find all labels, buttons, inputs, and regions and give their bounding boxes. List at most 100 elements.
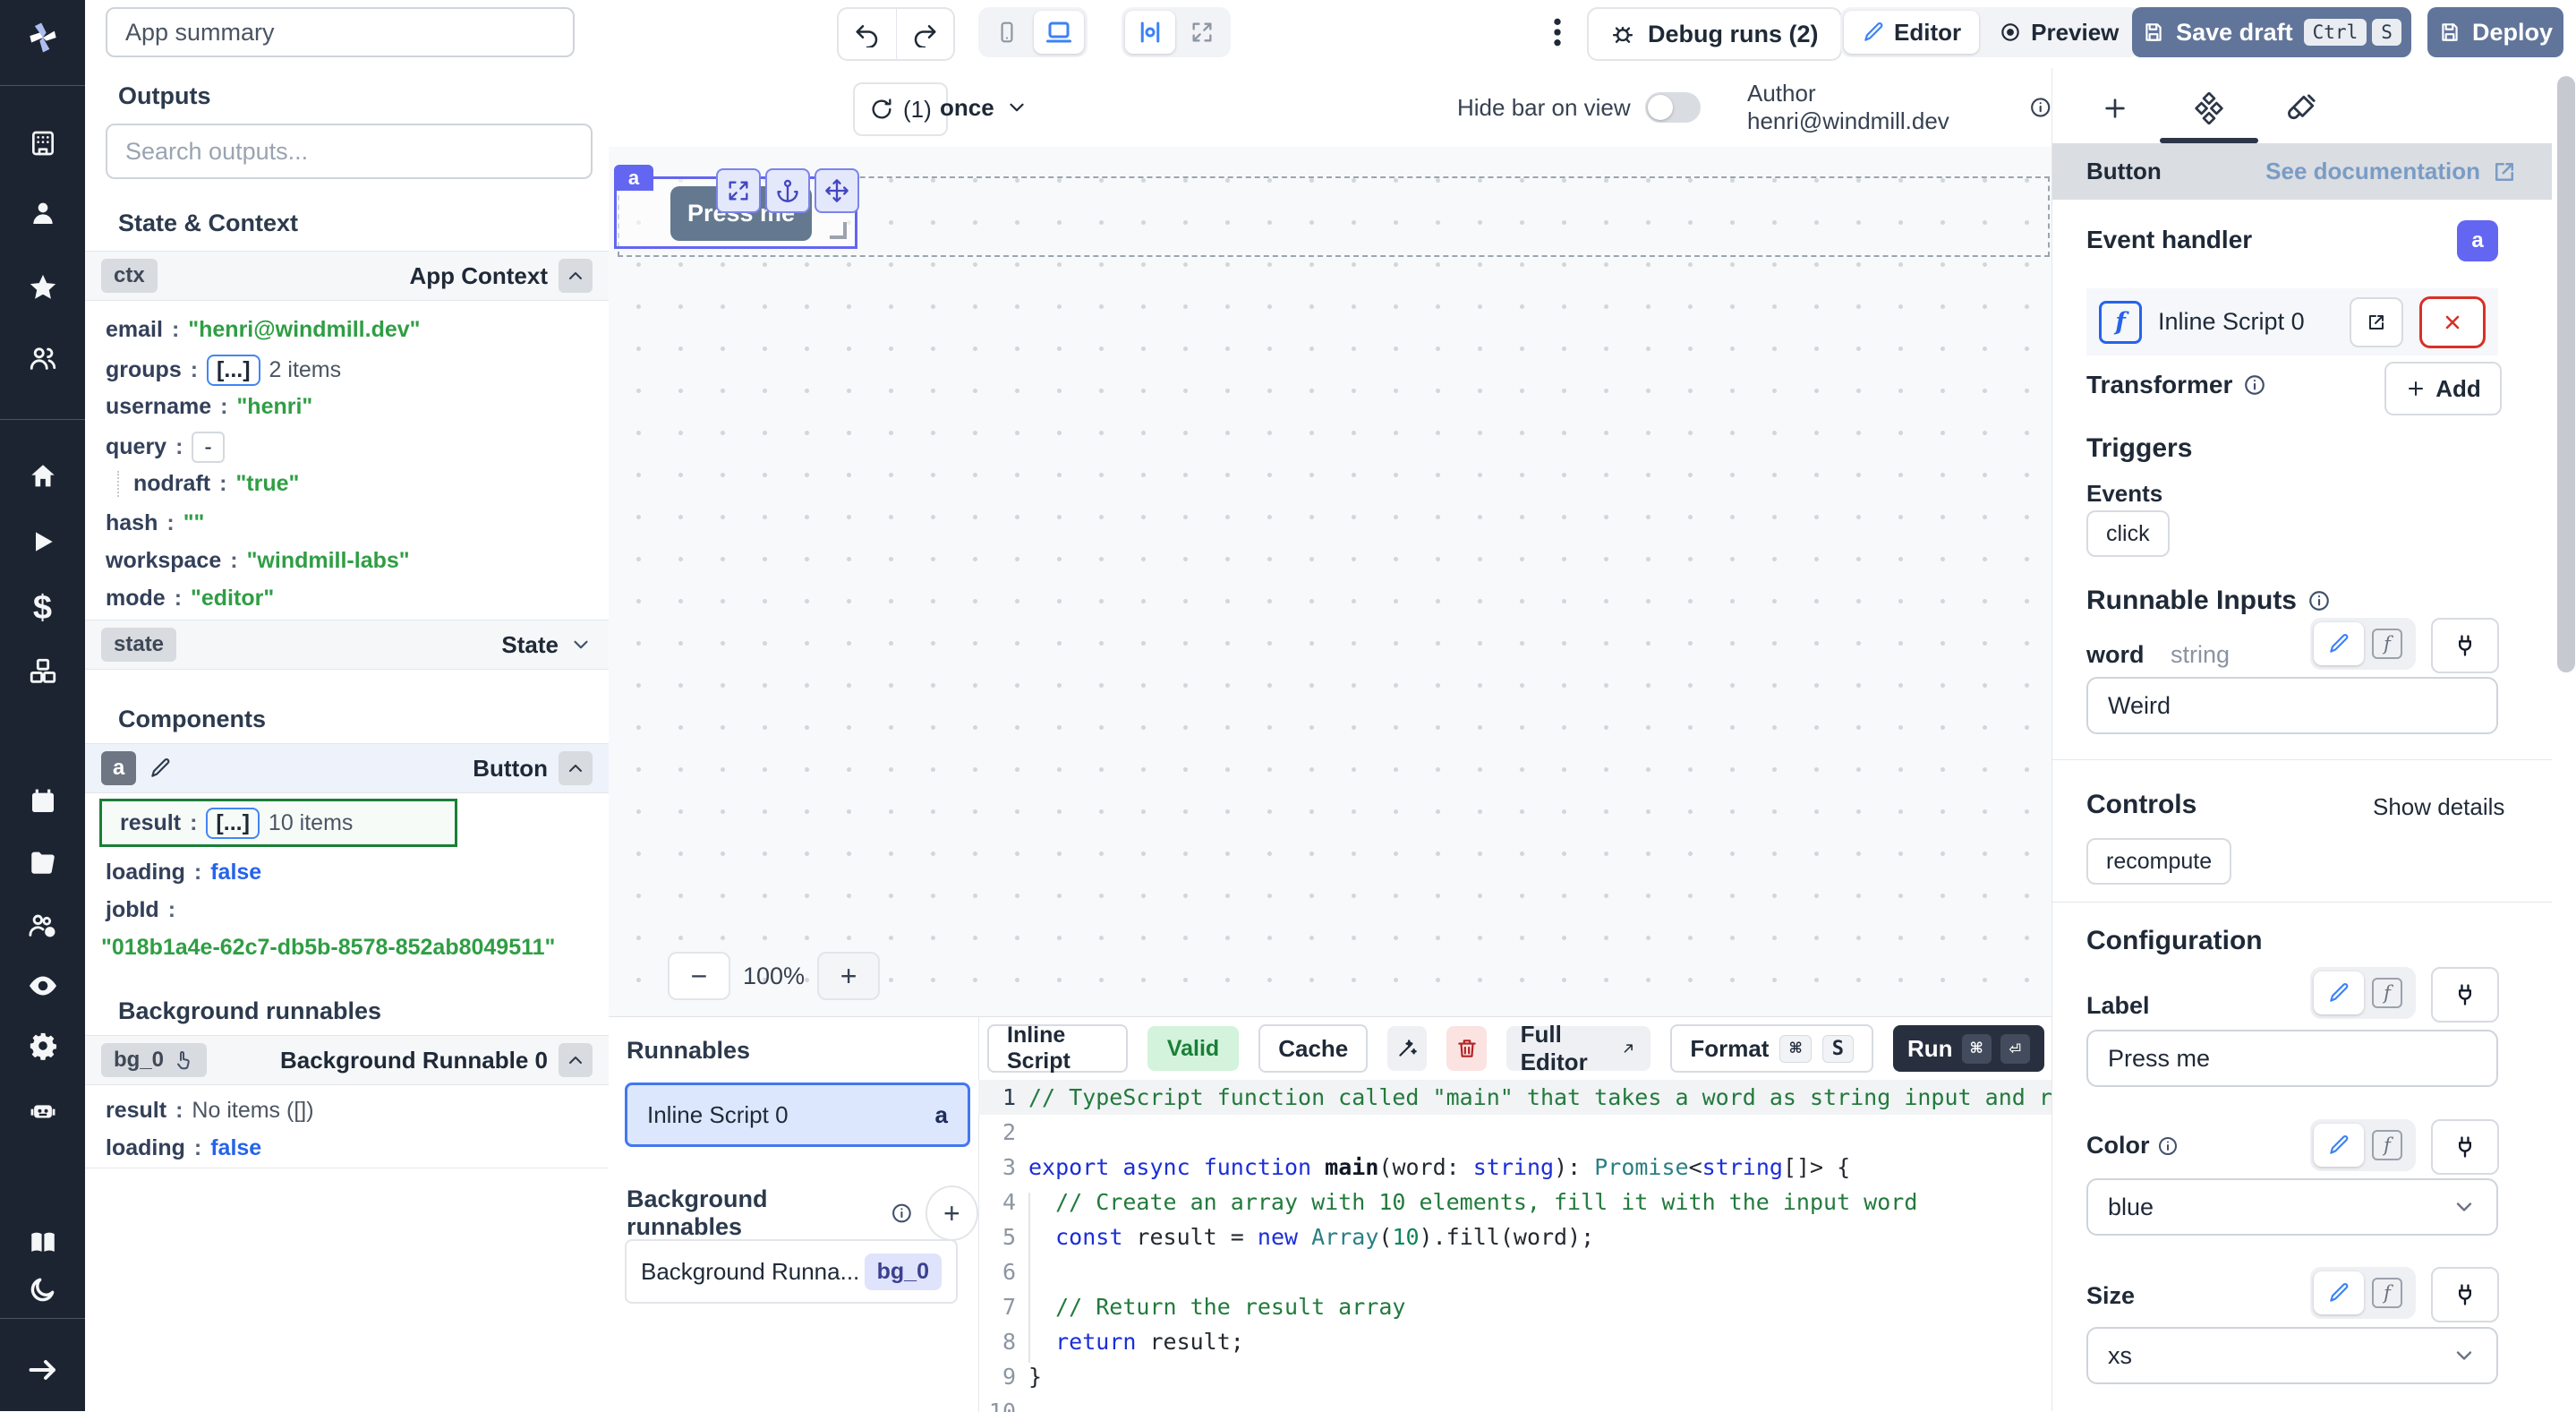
click-event-pill[interactable]: click	[2086, 510, 2170, 557]
ai-wand-button[interactable]	[1387, 1026, 1427, 1071]
code-line[interactable]: 10	[978, 1394, 2051, 1412]
search-outputs-input[interactable]: Search outputs...	[106, 124, 593, 179]
expand-chevron-down-icon[interactable]	[569, 633, 593, 656]
desktop-view-button[interactable]	[1034, 11, 1084, 54]
code-line[interactable]: 2	[978, 1115, 2051, 1150]
refresh-count-button[interactable]: (1)	[853, 82, 948, 136]
docs-book-icon[interactable]	[0, 1218, 85, 1268]
bg0-header-row[interactable]: bg_0 Background Runnable 0	[85, 1035, 609, 1085]
home-icon[interactable]	[0, 451, 85, 501]
static-pencil-mode[interactable]	[2314, 1124, 2364, 1167]
runnable-inline-script-0[interactable]: Inline Script 0 a	[625, 1083, 970, 1147]
event-inline-script-row[interactable]: f Inline Script 0	[2086, 288, 2498, 355]
show-details-link[interactable]: Show details	[2373, 793, 2504, 821]
delete-script-button[interactable]	[1446, 1026, 1486, 1071]
info-icon[interactable]	[2157, 1135, 2179, 1157]
component-row-loading[interactable]: loading: false	[106, 860, 261, 886]
dark-mode-moon-icon[interactable]	[0, 1264, 85, 1314]
ctx-row-groups[interactable]: groups: [...] 2 items	[106, 355, 341, 386]
windmill-logo-icon[interactable]	[0, 13, 85, 63]
code-line[interactable]: 7 // Return the result array	[978, 1289, 2051, 1324]
anchor-component-button[interactable]	[765, 168, 810, 213]
eval-mode[interactable]: f	[2367, 1274, 2408, 1312]
schedules-calendar-icon[interactable]	[0, 776, 85, 826]
undo-button[interactable]	[840, 9, 897, 59]
workspace-building-icon[interactable]	[0, 118, 85, 168]
static-pencil-mode[interactable]	[2314, 971, 2364, 1014]
color-connect-button[interactable]	[2431, 1119, 2499, 1175]
tab-add-component[interactable]	[2088, 88, 2142, 129]
audit-eye-icon[interactable]	[0, 961, 85, 1011]
code-line[interactable]: 1// TypeScript function called "main" th…	[978, 1080, 2051, 1115]
array-expand-chip[interactable]: [...]	[206, 808, 260, 839]
ctx-row-mode[interactable]: mode: "editor"	[106, 586, 274, 612]
array-expand-chip[interactable]: [...]	[207, 355, 260, 386]
info-icon[interactable]	[2307, 589, 2331, 612]
folders-icon[interactable]	[0, 837, 85, 887]
mobile-view-button[interactable]	[982, 11, 1032, 54]
bg0-row-loading[interactable]: loading: false	[106, 1135, 261, 1161]
format-button[interactable]: Format ⌘ S	[1670, 1024, 1873, 1073]
word-connect-button[interactable]	[2431, 618, 2499, 673]
code-line[interactable]: 9}	[978, 1359, 2051, 1394]
settings-gear-icon[interactable]	[0, 1021, 85, 1071]
ctx-row-email[interactable]: email: "henri@windmill.dev"	[106, 317, 421, 343]
app-summary-input[interactable]: App summary	[106, 7, 575, 57]
code-line[interactable]: 8 return result;	[978, 1324, 2051, 1359]
full-editor-button[interactable]: Full Editor	[1506, 1026, 1651, 1071]
code-editor[interactable]: 1// TypeScript function called "main" th…	[978, 1080, 2051, 1412]
add-background-runnable-button[interactable]: +	[925, 1185, 978, 1241]
tab-preview[interactable]: Preview	[1981, 11, 2137, 54]
tab-editor[interactable]: Editor	[1844, 11, 1979, 54]
runs-play-icon[interactable]	[0, 517, 85, 567]
state-header-row[interactable]: state State	[85, 620, 609, 670]
eval-mode[interactable]: f	[2367, 1126, 2408, 1164]
user-icon[interactable]	[0, 188, 85, 238]
move-component-button[interactable]	[815, 168, 859, 213]
ctx-header-row[interactable]: ctx App Context	[85, 251, 609, 301]
open-script-button[interactable]	[2350, 297, 2403, 347]
ctx-row-workspace[interactable]: workspace: "windmill-labs"	[106, 548, 410, 574]
code-line[interactable]: 4 // Create an array with 10 elements, f…	[978, 1185, 2051, 1219]
resize-handle[interactable]	[830, 222, 847, 239]
groups-icon[interactable]	[0, 333, 85, 383]
ctx-row-username[interactable]: username: "henri"	[106, 394, 312, 420]
collapse-chevron-up-icon[interactable]	[559, 1043, 593, 1077]
workers-users-gear-icon[interactable]	[0, 900, 85, 950]
ctx-row-query[interactable]: query: -	[106, 432, 225, 463]
color-select[interactable]: blue	[2086, 1178, 2498, 1236]
resources-cubes-icon[interactable]	[0, 646, 85, 697]
zoom-out-button[interactable]: −	[668, 952, 730, 1000]
word-input[interactable]: Weird	[2086, 677, 2498, 734]
info-icon[interactable]	[891, 1202, 913, 1225]
collapse-chevron-up-icon[interactable]	[559, 751, 593, 785]
code-line[interactable]: 5 const result = new Array(10).fill(word…	[978, 1219, 2051, 1254]
expand-sidebar-arrow-icon[interactable]	[0, 1345, 85, 1395]
rename-pencil-icon[interactable]	[149, 757, 172, 780]
ctx-row-nodraft[interactable]: nodraft: "true"	[117, 471, 299, 497]
variables-dollar-icon[interactable]: $	[0, 583, 85, 633]
info-icon[interactable]	[2029, 96, 2051, 119]
collapse-chevron-up-icon[interactable]	[559, 259, 593, 293]
script-type-button[interactable]: Inline Script	[987, 1024, 1128, 1073]
eval-mode[interactable]: f	[2367, 974, 2408, 1012]
app-canvas[interactable]: Press me a − 100% +	[609, 147, 2051, 1016]
deploy-button[interactable]: Deploy	[2427, 7, 2563, 57]
tab-component-settings[interactable]	[2182, 88, 2236, 129]
center-align-button[interactable]	[1125, 11, 1175, 54]
save-draft-button[interactable]: Save draft CtrlS	[2132, 7, 2411, 57]
remove-script-button[interactable]	[2419, 296, 2486, 348]
code-line[interactable]: 6	[978, 1254, 2051, 1289]
code-line[interactable]: 3export async function main(word: string…	[978, 1150, 2051, 1185]
component-id-tab[interactable]: a	[614, 165, 653, 191]
recompute-button[interactable]: recompute	[2086, 838, 2231, 885]
debug-runs-button[interactable]: Debug runs (2)	[1587, 7, 1842, 61]
cache-button[interactable]: Cache	[1258, 1024, 1368, 1073]
label-input[interactable]: Press me	[2086, 1030, 2498, 1087]
empty-object-chip[interactable]: -	[192, 432, 224, 463]
tab-styling[interactable]	[2274, 88, 2328, 129]
result-highlight-box[interactable]: result: [...] 10 items	[99, 799, 457, 847]
info-icon[interactable]	[2243, 373, 2266, 397]
add-transformer-button[interactable]: Add	[2384, 362, 2502, 415]
hide-bar-toggle[interactable]	[1645, 92, 1701, 123]
